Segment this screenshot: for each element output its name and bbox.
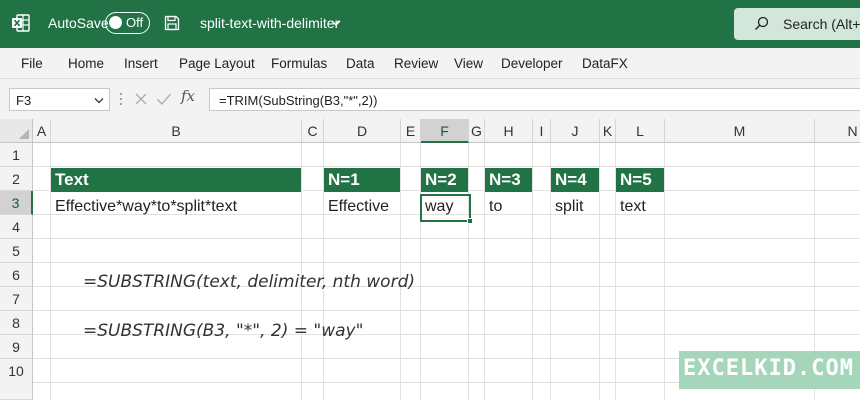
drag-handle-icon[interactable] bbox=[119, 91, 123, 107]
autosave-state: Off bbox=[126, 15, 144, 30]
menu-data[interactable]: Data bbox=[346, 56, 375, 71]
cell-f2[interactable]: N=2 bbox=[421, 168, 468, 192]
menu-review[interactable]: Review bbox=[394, 56, 438, 71]
row-header-5[interactable]: 5 bbox=[0, 239, 33, 263]
insert-function-icon[interactable]: fx bbox=[181, 87, 195, 105]
gridline bbox=[33, 238, 860, 239]
excel-icon bbox=[12, 14, 30, 32]
formula-bar: F3 fx =TRIM(SubString(B3,"*",2)) bbox=[0, 79, 860, 119]
title-bar: AutoSave Off split-text-with-delimiter S… bbox=[0, 0, 860, 48]
column-header-j[interactable]: J bbox=[551, 119, 600, 143]
name-box[interactable]: F3 bbox=[9, 88, 110, 111]
search-placeholder: Search (Alt+Q) bbox=[783, 16, 860, 32]
cell-l2[interactable]: N=5 bbox=[616, 168, 664, 192]
cell-h2[interactable]: N=3 bbox=[485, 168, 532, 192]
row-header-2[interactable]: 2 bbox=[0, 167, 33, 191]
chevron-down-icon[interactable] bbox=[331, 19, 341, 27]
autosave-label: AutoSave bbox=[48, 15, 109, 31]
menu-page-layout[interactable]: Page Layout bbox=[179, 56, 255, 71]
column-header-b[interactable]: B bbox=[51, 119, 302, 143]
row-header-6[interactable]: 6 bbox=[0, 263, 33, 287]
example-note: =SUBSTRING(B3, "*", 2) = "way" bbox=[83, 321, 364, 341]
gridline bbox=[599, 143, 600, 400]
menu-file[interactable]: File bbox=[21, 56, 43, 71]
cell-j3[interactable]: split bbox=[551, 195, 599, 219]
menu-insert[interactable]: Insert bbox=[124, 56, 158, 71]
cell-b2[interactable]: Text bbox=[51, 168, 301, 192]
cell-d2[interactable]: N=1 bbox=[324, 168, 400, 192]
autosave-toggle[interactable]: Off bbox=[105, 12, 150, 34]
menu-datafx[interactable]: DataFX bbox=[582, 56, 628, 71]
gridline bbox=[664, 143, 665, 400]
watermark-text: EXCELKID.COM bbox=[683, 356, 854, 381]
row-header-9[interactable]: 9 bbox=[0, 335, 33, 359]
column-header-l[interactable]: L bbox=[616, 119, 665, 143]
search-box[interactable]: Search (Alt+Q) bbox=[734, 8, 860, 40]
gridline bbox=[33, 310, 860, 311]
cell-j2[interactable]: N=4 bbox=[551, 168, 599, 192]
column-header-e[interactable]: E bbox=[401, 119, 421, 143]
select-all-button[interactable] bbox=[0, 119, 33, 143]
document-title[interactable]: split-text-with-delimiter bbox=[200, 15, 339, 31]
gridline bbox=[468, 143, 469, 400]
worksheet-grid: A B C D E F G H I J K L M N 1 2 3 4 5 6 … bbox=[0, 119, 860, 400]
syntax-note: =SUBSTRING(text, delimiter, nth word) bbox=[83, 272, 415, 292]
row-header-3[interactable]: 3 bbox=[0, 191, 33, 215]
ribbon-menu: File Home Insert Page Layout Formulas Da… bbox=[0, 48, 860, 79]
column-header-m[interactable]: M bbox=[665, 119, 815, 143]
cell-d3[interactable]: Effective bbox=[324, 195, 400, 219]
formula-input[interactable]: =TRIM(SubString(B3,"*",2)) bbox=[209, 88, 860, 111]
cancel-icon[interactable] bbox=[134, 92, 148, 106]
column-header-d[interactable]: D bbox=[324, 119, 401, 143]
search-icon bbox=[755, 16, 769, 30]
gridline bbox=[33, 262, 860, 263]
select-all-icon bbox=[19, 129, 29, 139]
save-icon[interactable] bbox=[164, 15, 180, 31]
gridline bbox=[33, 166, 860, 167]
menu-developer[interactable]: Developer bbox=[501, 56, 563, 71]
row-header-10[interactable]: 10 bbox=[0, 359, 33, 400]
column-header-h[interactable]: H bbox=[485, 119, 533, 143]
gridline bbox=[532, 143, 533, 400]
name-box-value: F3 bbox=[16, 93, 32, 108]
column-header-i[interactable]: I bbox=[533, 119, 551, 143]
cell-h3[interactable]: to bbox=[485, 195, 532, 219]
column-header-g[interactable]: G bbox=[469, 119, 485, 143]
menu-formulas[interactable]: Formulas bbox=[271, 56, 327, 71]
row-header-8[interactable]: 8 bbox=[0, 311, 33, 335]
column-header-n[interactable]: N bbox=[815, 119, 860, 143]
active-cell-selection[interactable] bbox=[420, 194, 473, 224]
menu-view[interactable]: View bbox=[454, 56, 483, 71]
row-header-7[interactable]: 7 bbox=[0, 287, 33, 311]
watermark-logo: EXCELKID.COM bbox=[679, 351, 860, 389]
toggle-knob bbox=[109, 16, 122, 29]
cell-l3[interactable]: text bbox=[616, 195, 664, 219]
column-header-f[interactable]: F bbox=[421, 119, 469, 143]
cell-b3[interactable]: Effective*way*to*split*text bbox=[51, 195, 301, 219]
menu-home[interactable]: Home bbox=[68, 56, 104, 71]
chevron-down-icon[interactable] bbox=[94, 97, 104, 104]
column-header-k[interactable]: K bbox=[600, 119, 616, 143]
row-header-4[interactable]: 4 bbox=[0, 215, 33, 239]
column-header-a[interactable]: A bbox=[33, 119, 51, 143]
check-icon[interactable] bbox=[156, 92, 172, 106]
column-header-c[interactable]: C bbox=[302, 119, 324, 143]
row-header-1[interactable]: 1 bbox=[0, 143, 33, 167]
formula-text: =TRIM(SubString(B3,"*",2)) bbox=[219, 93, 378, 108]
fill-handle[interactable] bbox=[467, 218, 473, 224]
